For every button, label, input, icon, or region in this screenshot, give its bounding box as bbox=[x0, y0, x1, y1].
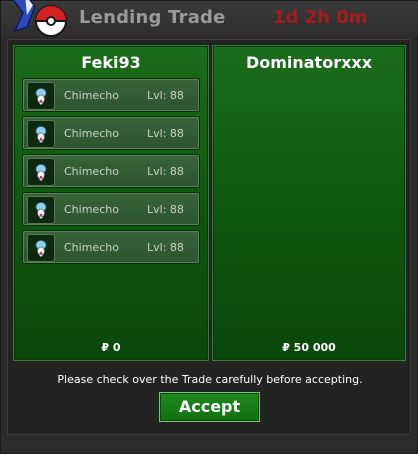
trade-item-slot[interactable]: Chimecho Lvl: 88 bbox=[22, 116, 200, 150]
chimecho-sprite-icon bbox=[27, 120, 55, 148]
trade-item-slot[interactable]: Chimecho Lvl: 88 bbox=[22, 78, 200, 112]
item-name: Chimecho bbox=[64, 165, 119, 178]
item-level: Lvl: 88 bbox=[147, 165, 184, 178]
chimecho-sprite-icon bbox=[27, 234, 55, 262]
pokeball-logo-icon bbox=[12, 0, 67, 37]
left-player-name: Feki93 bbox=[81, 53, 141, 72]
item-level: Lvl: 88 bbox=[147, 241, 184, 254]
item-name: Chimecho bbox=[64, 241, 119, 254]
chimecho-sprite-icon bbox=[27, 158, 55, 186]
left-player-panel: Feki93 Chimecho Lvl: 88 Chimecho Lvl: 88… bbox=[13, 45, 209, 361]
right-player-panel: Dominatorxxx ₽ 50 000 bbox=[212, 45, 406, 361]
item-level: Lvl: 88 bbox=[147, 203, 184, 216]
trade-timer: 1d 2h 0m bbox=[273, 7, 368, 28]
item-name: Chimecho bbox=[64, 89, 119, 102]
chimecho-sprite-icon bbox=[27, 196, 55, 224]
accept-button[interactable]: Accept bbox=[159, 392, 260, 422]
window-title: Lending Trade bbox=[79, 7, 226, 28]
chimecho-sprite-icon bbox=[27, 82, 55, 110]
left-item-list: Chimecho Lvl: 88 Chimecho Lvl: 88 Chimec… bbox=[22, 78, 202, 268]
trade-item-slot[interactable]: Chimecho Lvl: 88 bbox=[22, 154, 200, 188]
trade-item-slot[interactable]: Chimecho Lvl: 88 bbox=[22, 230, 200, 264]
trade-notice: Please check over the Trade carefully be… bbox=[57, 373, 363, 386]
right-player-name: Dominatorxxx bbox=[245, 53, 373, 72]
item-level: Lvl: 88 bbox=[147, 127, 184, 140]
trade-item-slot[interactable]: Chimecho Lvl: 88 bbox=[22, 192, 200, 226]
item-name: Chimecho bbox=[64, 127, 119, 140]
title-bar[interactable]: Lending Trade 1d 2h 0m bbox=[1, 0, 418, 37]
item-name: Chimecho bbox=[64, 203, 119, 216]
right-money: ₽ 50 000 bbox=[282, 341, 336, 354]
item-level: Lvl: 88 bbox=[147, 89, 184, 102]
left-money: ₽ 0 bbox=[101, 341, 121, 354]
lending-trade-window: Lending Trade 1d 2h 0m Feki93 Chimecho L… bbox=[0, 0, 418, 454]
